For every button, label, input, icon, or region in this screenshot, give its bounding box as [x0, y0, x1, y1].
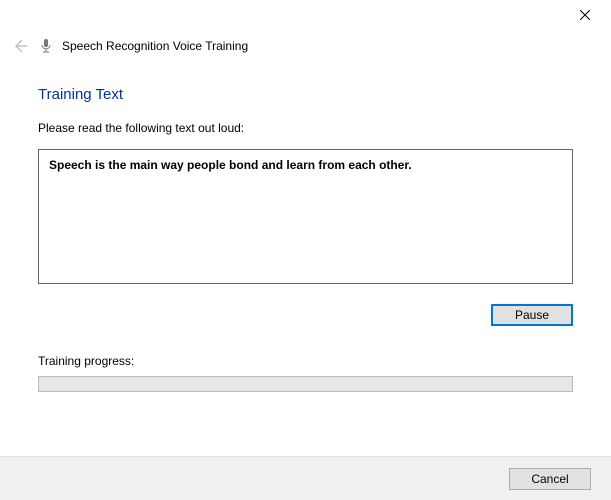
dialog-title: Speech Recognition Voice Training: [62, 39, 248, 53]
microphone-icon: [38, 38, 54, 54]
progress-bar: [38, 376, 573, 392]
pause-button[interactable]: Pause: [491, 304, 573, 326]
footer: Cancel: [0, 456, 611, 500]
progress-label: Training progress:: [38, 354, 573, 368]
dialog-window: Speech Recognition Voice Training Traini…: [0, 0, 611, 500]
reading-text-box: Speech is the main way people bond and l…: [38, 149, 573, 284]
back-arrow-icon: [10, 36, 30, 56]
instructions-text: Please read the following text out loud:: [38, 121, 573, 135]
content-area: Training Text Please read the following …: [0, 66, 611, 392]
cancel-button[interactable]: Cancel: [509, 468, 591, 490]
titlebar: [0, 0, 611, 30]
reading-text: Speech is the main way people bond and l…: [49, 158, 412, 172]
section-title: Training Text: [38, 86, 573, 103]
header: Speech Recognition Voice Training: [0, 30, 611, 66]
close-icon[interactable]: [569, 4, 601, 26]
pause-row: Pause: [38, 304, 573, 326]
